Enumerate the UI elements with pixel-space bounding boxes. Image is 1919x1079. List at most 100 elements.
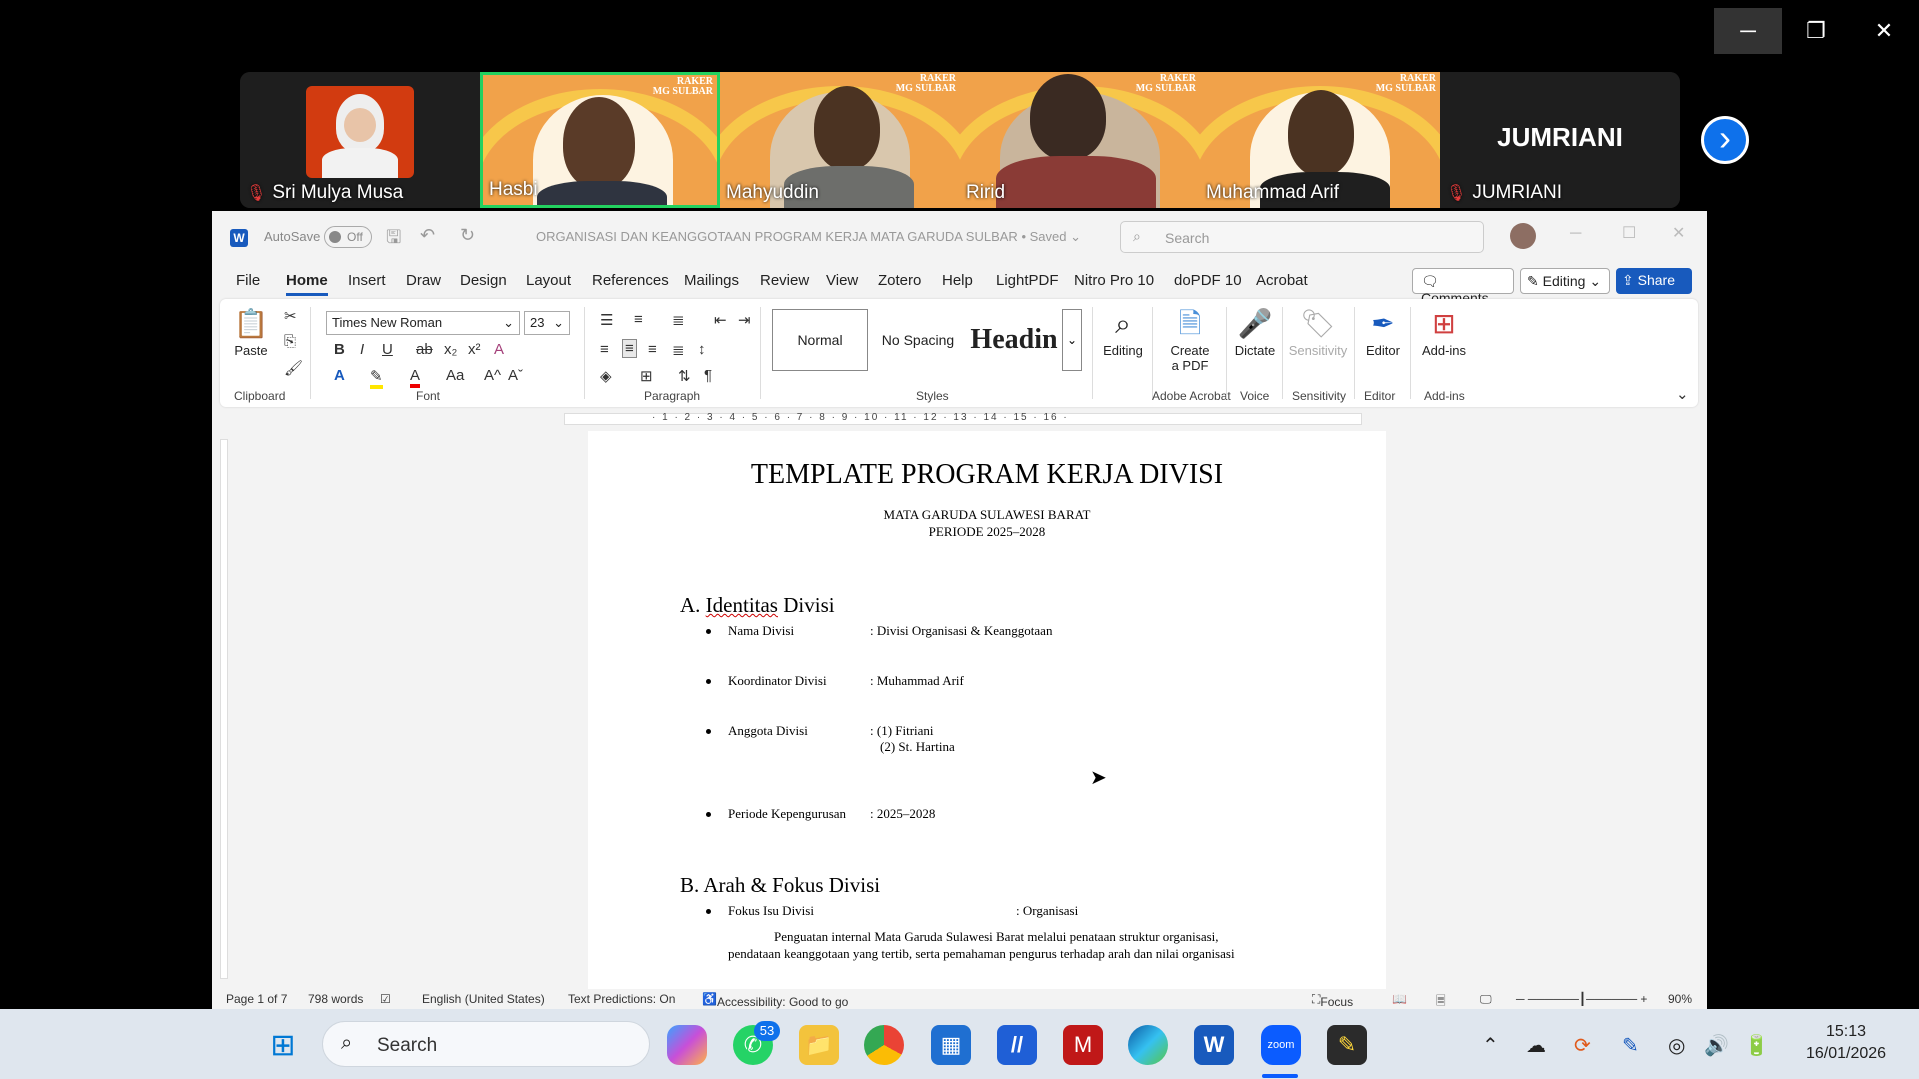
document-title[interactable]: ORGANISASI DAN KEANGGOTAAN PROGRAM KERJA… (536, 229, 1081, 245)
copilot-icon[interactable] (667, 1025, 707, 1065)
volume-icon[interactable]: 🔊 (1704, 1033, 1729, 1058)
decrease-indent-icon[interactable]: ⇤ (714, 311, 727, 329)
zoom-close-button[interactable]: ✕ (1850, 8, 1918, 54)
grow-font-icon[interactable]: A^ (484, 367, 501, 384)
focus-mode[interactable]: ⛶ Focus (1312, 992, 1353, 1009)
autosave-toggle[interactable]: Off (324, 226, 372, 248)
language[interactable]: English (United States) (422, 992, 545, 1006)
participant-tile[interactable]: RAKER MG SULBAR Ririd (960, 72, 1200, 208)
tab-acrobat[interactable]: Acrobat (1256, 272, 1308, 289)
tab-references[interactable]: References (592, 272, 669, 289)
battery-icon[interactable]: 🔋 (1744, 1033, 1769, 1058)
tab-zotero[interactable]: Zotero (878, 272, 921, 289)
editing-mode-button[interactable]: ✎ Editing ⌄ (1520, 268, 1610, 294)
file-explorer-icon[interactable]: 📁 (799, 1025, 839, 1065)
pen-input-icon[interactable]: ✎ (1622, 1033, 1639, 1058)
show-formatting-icon[interactable]: ¶ (704, 367, 712, 384)
read-mode-icon[interactable]: 📖 (1392, 992, 1407, 1006)
zoom-restore-button[interactable]: ❐ (1782, 8, 1850, 54)
addins-button[interactable]: ⊞ Add-ins (1416, 305, 1472, 358)
superscript-icon[interactable]: x² (468, 341, 481, 358)
sensitivity-button[interactable]: 🏷 Sensitivity (1286, 305, 1350, 358)
font-color-icon[interactable]: A (410, 367, 421, 388)
tab-layout[interactable]: Layout (526, 272, 571, 289)
shrink-font-icon[interactable]: Aˇ (508, 367, 523, 384)
comments-button[interactable]: 🗨 Comments (1412, 268, 1514, 306)
multilevel-list-icon[interactable]: ≣ (672, 311, 685, 329)
participant-tile[interactable]: RAKER MG SULBAR Hasbi (480, 72, 720, 208)
zoom-icon[interactable]: zoom (1261, 1025, 1301, 1065)
align-left-icon[interactable]: ≡ (600, 341, 609, 358)
save-icon[interactable]: 🖫 (386, 225, 401, 255)
bold-icon[interactable]: B (334, 341, 345, 358)
font-size-dropdown[interactable]: 23 ⌄ (524, 311, 570, 335)
copy-icon[interactable]: ⎘ (284, 333, 296, 350)
word-icon[interactable]: W (1194, 1025, 1234, 1065)
align-right-icon[interactable]: ≡ (648, 341, 657, 358)
word-count[interactable]: 798 words (308, 992, 363, 1006)
tab-file[interactable]: File (236, 272, 260, 289)
shading-icon[interactable]: ◈ (600, 367, 612, 385)
tab-review[interactable]: Review (760, 272, 809, 289)
align-center-icon[interactable]: ≡ (622, 339, 637, 358)
tab-lightpdf[interactable]: LightPDF (996, 272, 1059, 289)
clock[interactable]: 15:13 16/01/2026 (1796, 1021, 1896, 1065)
sort-icon[interactable]: ⇅ (678, 367, 691, 385)
network-icon[interactable]: ◎ (1668, 1033, 1685, 1058)
cut-icon[interactable]: ✂ (284, 307, 297, 325)
sticky-notes-icon[interactable]: ✎ (1327, 1025, 1367, 1065)
zoom-level[interactable]: 90% (1668, 992, 1692, 1006)
tab-mailings[interactable]: Mailings (684, 272, 739, 289)
styles-more-icon[interactable]: ⌄ (1062, 309, 1082, 371)
underline-icon[interactable]: U (382, 341, 393, 358)
increase-indent-icon[interactable]: ⇥ (738, 311, 751, 329)
strikethrough-icon[interactable]: ab (416, 341, 433, 358)
highlight-icon[interactable]: ✎ (370, 367, 383, 389)
search-box[interactable]: ⌕ Search (1120, 221, 1484, 253)
taskbar-search[interactable]: ⌕ Search (322, 1021, 650, 1067)
mcafee-icon[interactable]: M (1063, 1025, 1103, 1065)
start-windows-icon[interactable]: ⊞ (263, 1025, 303, 1065)
minimize-icon[interactable]: ─ (1570, 225, 1581, 243)
undo-icon[interactable]: ↶ (420, 225, 435, 246)
edge-icon[interactable] (1128, 1025, 1168, 1065)
editing-button[interactable]: ⌕ Editing (1098, 305, 1148, 358)
line-spacing-icon[interactable]: ↕ (698, 341, 706, 358)
tab-view[interactable]: View (826, 272, 858, 289)
tab-design[interactable]: Design (460, 272, 507, 289)
change-case-icon[interactable]: Aa (446, 367, 464, 384)
tab-draw[interactable]: Draw (406, 272, 441, 289)
text-predictions[interactable]: Text Predictions: On (568, 992, 675, 1006)
avatar[interactable] (1510, 223, 1536, 249)
style-no-spacing[interactable]: No Spacing (870, 309, 966, 371)
document-page[interactable]: TEMPLATE PROGRAM KERJA DIVISI MATA GARUD… (588, 431, 1386, 991)
borders-icon[interactable]: ⊞ (640, 367, 653, 385)
accessibility-status[interactable]: ♿ Accessibility: Good to go (702, 992, 848, 1009)
text-effects-icon[interactable]: A (334, 367, 345, 384)
subscript-icon[interactable]: x₂ (444, 341, 457, 358)
participant-tile[interactable]: RAKER MG SULBAR Muhammad Arif (1200, 72, 1440, 208)
participant-tile[interactable]: 🎙 Sri Mulya Musa (240, 72, 480, 208)
justify-icon[interactable]: ≣ (672, 341, 685, 359)
zoom-slider[interactable]: ─ ──────┃────── + (1516, 992, 1647, 1006)
sync-icon[interactable]: ⟳ (1574, 1033, 1591, 1058)
redo-icon[interactable]: ↻ (460, 225, 475, 246)
style-heading[interactable]: Headin (966, 309, 1062, 371)
zoom-minimize-button[interactable]: ─ (1714, 8, 1782, 54)
show-hidden-icons-icon[interactable]: ⌃ (1482, 1033, 1499, 1058)
tab-nitro[interactable]: Nitro Pro 10 (1074, 272, 1154, 289)
collapse-ribbon-icon[interactable]: ⌄ (1676, 385, 1689, 403)
participant-tile[interactable]: RAKER MG SULBAR Mahyuddin (720, 72, 960, 208)
font-name-dropdown[interactable]: Times New Roman ⌄ (326, 311, 520, 335)
create-pdf-button[interactable]: 🗎 Create a PDF (1160, 305, 1220, 373)
web-layout-icon[interactable]: 🖵 (1480, 992, 1492, 1007)
paste-button[interactable]: 📋 Paste (230, 305, 272, 358)
format-painter-icon[interactable]: 🖌 (284, 359, 303, 377)
style-normal[interactable]: Normal (772, 309, 868, 371)
maximize-icon[interactable]: ☐ (1622, 223, 1636, 243)
cloud-offline-icon[interactable]: ☁ (1526, 1033, 1546, 1058)
tab-dopdf[interactable]: doPDF 10 (1174, 272, 1242, 289)
share-button[interactable]: ⇪ Share ⌄ (1616, 268, 1692, 305)
editor-button[interactable]: ✒ Editor (1360, 305, 1406, 358)
close-icon[interactable]: ✕ (1672, 223, 1685, 243)
